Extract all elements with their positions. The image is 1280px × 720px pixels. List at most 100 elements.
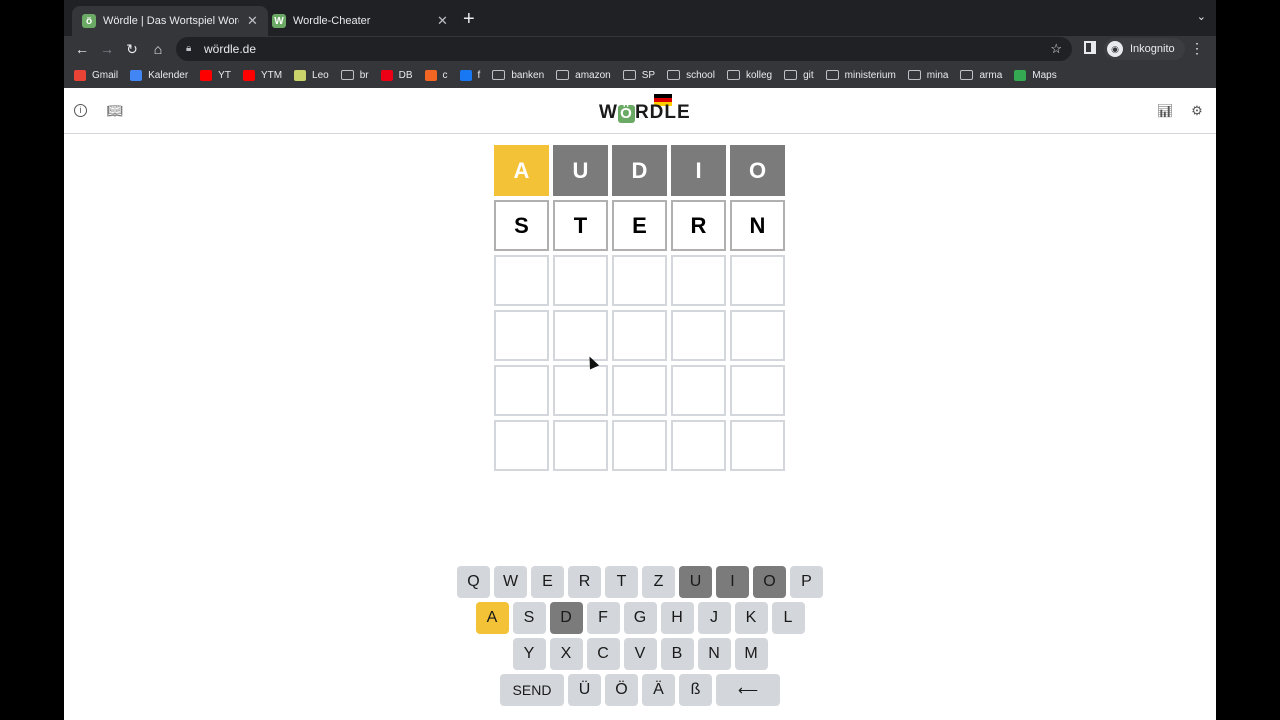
bookmark-school[interactable]: school: [667, 70, 715, 81]
key[interactable]: D: [549, 602, 583, 634]
bookmark-label: YTM: [260, 69, 283, 81]
book-icon[interactable]: 📖︎: [106, 102, 124, 120]
letter-tile: R: [671, 200, 726, 251]
backspace-key[interactable]: ⟵: [716, 674, 780, 706]
key[interactable]: C: [586, 638, 620, 670]
bookmark-gmail[interactable]: Gmail: [74, 69, 119, 81]
bookmark-ministerium[interactable]: ministerium: [825, 70, 896, 81]
gear-icon[interactable]: ⚙: [1188, 102, 1206, 120]
keyboard-row: ASDFGHJKL: [64, 602, 1216, 634]
send-key[interactable]: SEND: [500, 674, 564, 706]
key[interactable]: E: [531, 566, 564, 598]
letter-tile: [612, 255, 667, 306]
key[interactable]: U: [679, 566, 712, 598]
key[interactable]: M: [734, 638, 768, 670]
key[interactable]: X: [549, 638, 583, 670]
bookmark-label: DB: [398, 69, 413, 81]
letter-tile: [553, 310, 608, 361]
url-text: wördle.de: [204, 42, 257, 56]
key[interactable]: F: [586, 602, 620, 634]
key[interactable]: V: [623, 638, 657, 670]
key[interactable]: W: [494, 566, 527, 598]
maps-icon: [1014, 69, 1027, 81]
folder-icon: [825, 70, 839, 80]
folder-icon: [784, 70, 798, 80]
key[interactable]: T: [605, 566, 638, 598]
bookmark-f[interactable]: f: [459, 69, 480, 81]
key[interactable]: Z: [642, 566, 675, 598]
bookmark-label: YT: [218, 69, 231, 81]
folder-icon: [622, 70, 636, 80]
bookmark-arma[interactable]: arma: [960, 70, 1002, 81]
bookmark-kalender[interactable]: Kalender: [130, 69, 188, 81]
forward-icon[interactable]: →: [97, 39, 117, 59]
key[interactable]: P: [790, 566, 823, 598]
bookmark-kolleg[interactable]: kolleg: [726, 70, 772, 81]
tab-wordle[interactable]: ö Wördle | Das Wortspiel Wordle ✕: [72, 6, 268, 36]
bookmark-br[interactable]: br: [340, 70, 369, 81]
key[interactable]: A: [475, 602, 509, 634]
close-icon[interactable]: ✕: [437, 13, 448, 29]
youtube-music-icon: [242, 69, 255, 81]
key[interactable]: N: [697, 638, 731, 670]
bookmark-maps[interactable]: Maps: [1014, 69, 1057, 81]
incognito-profile-button[interactable]: ◉ Inkognito: [1104, 38, 1185, 60]
guess-row: [494, 310, 789, 361]
info-icon[interactable]: i: [74, 104, 87, 117]
key[interactable]: I: [716, 566, 749, 598]
chevron-down-icon[interactable]: ⌄: [1197, 10, 1206, 23]
bookmark-db[interactable]: DB: [380, 69, 413, 81]
bookmark-leo[interactable]: Leo: [294, 69, 329, 81]
bookmark-banken[interactable]: banken: [492, 70, 544, 81]
menu-icon[interactable]: ⋮: [1190, 40, 1204, 57]
home-icon[interactable]: ⌂: [148, 39, 168, 59]
wordle-cheater-favicon-icon: W: [272, 14, 286, 28]
letter-tile: [494, 255, 549, 306]
key[interactable]: S: [512, 602, 546, 634]
star-icon[interactable]: ☆: [1050, 37, 1062, 61]
bookmarks-bar: Gmail Kalender YT YTM Leo br DB c f banken amazon S…: [64, 62, 1216, 88]
back-icon[interactable]: ←: [72, 39, 92, 59]
key[interactable]: G: [623, 602, 657, 634]
letter-tile: D: [612, 145, 667, 196]
key[interactable]: Ü: [568, 674, 601, 706]
keyboard-row: SEND Ü Ö Äß ⟵: [64, 674, 1216, 706]
address-bar[interactable]: 🔒︎ wördle.de ☆: [176, 37, 1072, 61]
youtube-icon: [200, 69, 213, 81]
guess-row: STERN: [494, 200, 789, 251]
bookmark-sp[interactable]: SP: [622, 70, 655, 81]
bookmark-git[interactable]: git: [784, 70, 814, 81]
close-icon[interactable]: ✕: [247, 13, 258, 29]
key[interactable]: Ö: [605, 674, 638, 706]
key[interactable]: K: [734, 602, 768, 634]
key[interactable]: O: [753, 566, 786, 598]
statistics-icon[interactable]: 📊︎: [1156, 102, 1174, 120]
bookmark-mina[interactable]: mina: [907, 70, 948, 81]
key[interactable]: H: [660, 602, 694, 634]
bookmark-amazon[interactable]: amazon: [556, 70, 611, 81]
bookmark-label: c: [442, 69, 448, 81]
key[interactable]: L: [771, 602, 805, 634]
key[interactable]: Y: [512, 638, 546, 670]
key[interactable]: Ä: [642, 674, 675, 706]
tab-title: Wordle-Cheater: [293, 15, 371, 27]
bookmark-yt[interactable]: YT: [200, 69, 231, 81]
guess-row: [494, 255, 789, 306]
key[interactable]: B: [660, 638, 694, 670]
new-tab-icon[interactable]: +: [463, 8, 475, 31]
tab-wordle-cheater[interactable]: W Wordle-Cheater ✕: [262, 6, 458, 36]
letter-tile: I: [671, 145, 726, 196]
bookmark-c[interactable]: c: [424, 69, 448, 81]
side-panel-icon[interactable]: [1084, 41, 1096, 54]
guess-row: [494, 365, 789, 416]
reload-icon[interactable]: ↻: [122, 39, 142, 59]
letter-tile: [730, 365, 785, 416]
key[interactable]: J: [697, 602, 731, 634]
bookmark-ytm[interactable]: YTM: [242, 69, 283, 81]
key[interactable]: Q: [457, 566, 490, 598]
bookmark-label: school: [686, 69, 715, 81]
key[interactable]: ß: [679, 674, 712, 706]
wordle-page: i 📖︎ W Ö RDLE 📊︎ ⚙ AUDIOSTERN QWERTZUIOPAS…: [64, 88, 1216, 720]
key[interactable]: R: [568, 566, 601, 598]
bookmark-label: Gmail: [92, 69, 119, 81]
